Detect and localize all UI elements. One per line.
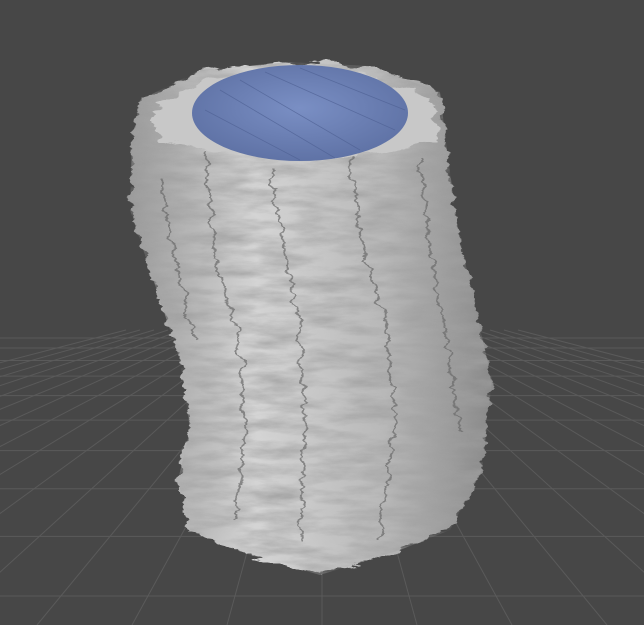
grid-line (0, 329, 127, 364)
grid-line (0, 329, 197, 410)
3d-viewport[interactable] (0, 0, 644, 625)
grid-line (503, 329, 644, 370)
grid-line (0, 329, 183, 397)
cavity-surface[interactable] (192, 65, 408, 161)
grid-line (0, 329, 211, 427)
grid-line (0, 329, 141, 370)
grid-line (489, 329, 644, 378)
grid-line (475, 329, 644, 387)
3d-scene[interactable] (0, 0, 644, 625)
grid-line (0, 329, 155, 378)
grid-line (0, 329, 169, 387)
grid-line (517, 329, 644, 364)
